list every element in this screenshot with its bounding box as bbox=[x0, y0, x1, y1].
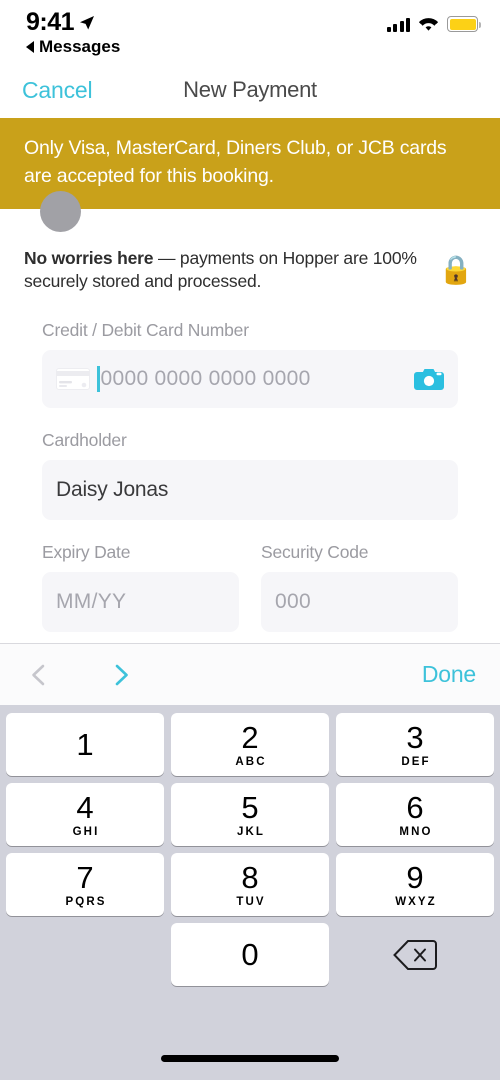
expiry-input[interactable]: MM/YY bbox=[42, 571, 239, 632]
text-cursor bbox=[97, 365, 100, 392]
numeric-keyboard: Done 1 2 ABC 3 DEF 4 GHI 5 JKL 6 MNO 7 P… bbox=[0, 643, 500, 1080]
expiry-group: Expiry Date MM/YY bbox=[42, 542, 239, 632]
cardholder-label: Cardholder bbox=[42, 429, 127, 450]
card-number-group: Credit / Debit Card Number 0000 0000 000… bbox=[42, 320, 458, 408]
keypad-row: 1 2 ABC 3 DEF bbox=[6, 713, 494, 776]
cardholder-value: Daisy Jonas bbox=[56, 477, 169, 501]
key-4[interactable]: 4 GHI bbox=[6, 783, 164, 846]
security-reassurance: No worries here — payments on Hopper are… bbox=[0, 191, 500, 293]
key-8-number: 8 bbox=[241, 859, 259, 895]
credit-card-icon bbox=[56, 367, 90, 390]
key-9-number: 9 bbox=[406, 859, 424, 895]
key-2-letters: ABC bbox=[235, 755, 267, 768]
banner-text: Only Visa, MasterCard, Diners Club, or J… bbox=[24, 137, 447, 187]
key-6-number: 6 bbox=[406, 789, 424, 825]
key-7-letters: PQRS bbox=[65, 895, 107, 908]
keypad-row: 7 PQRS 8 TUV 9 WXYZ bbox=[6, 853, 494, 916]
keypad-row: 0 bbox=[6, 923, 494, 986]
reassurance-text: No worries here — payments on Hopper are… bbox=[24, 247, 436, 293]
card-number-placeholder: 0000 0000 0000 0000 bbox=[100, 366, 311, 390]
cardholder-group: Cardholder Daisy Jonas bbox=[42, 430, 458, 520]
chevron-right-icon[interactable] bbox=[106, 660, 136, 690]
status-time-group: 9:41 bbox=[26, 10, 95, 35]
expiry-security-row: Expiry Date MM/YY Security Code 000 bbox=[42, 542, 458, 632]
cardholder-input[interactable]: Daisy Jonas bbox=[42, 459, 458, 520]
cellular-signal-icon bbox=[386, 17, 410, 32]
battery-icon bbox=[447, 16, 481, 32]
keyboard-done-button[interactable]: Done bbox=[422, 661, 476, 688]
camera-icon[interactable] bbox=[414, 367, 444, 391]
key-5-letters: JKL bbox=[236, 825, 266, 838]
cancel-button[interactable]: Cancel bbox=[22, 77, 93, 104]
key-1[interactable]: 1 bbox=[6, 713, 164, 776]
key-2[interactable]: 2 ABC bbox=[171, 713, 329, 776]
security-code-group: Security Code 000 bbox=[261, 542, 458, 632]
key-5-number: 5 bbox=[241, 789, 259, 825]
key-6[interactable]: 6 MNO bbox=[336, 783, 494, 846]
back-label: Messages bbox=[39, 37, 121, 56]
key-5[interactable]: 5 JKL bbox=[171, 783, 329, 846]
reassurance-row: No worries here — payments on Hopper are… bbox=[24, 209, 476, 293]
key-3-letters: DEF bbox=[401, 755, 431, 768]
key-4-number: 4 bbox=[76, 789, 94, 825]
location-arrow-icon bbox=[80, 15, 95, 29]
reassurance-bold: No worries here bbox=[24, 248, 154, 269]
key-9[interactable]: 9 WXYZ bbox=[336, 853, 494, 916]
status-bar: 9:41 Messages bbox=[0, 0, 500, 62]
status-bar-left: 9:41 Messages bbox=[26, 10, 120, 55]
key-0-number: 0 bbox=[241, 937, 259, 972]
keypad: 1 2 ABC 3 DEF 4 GHI 5 JKL 6 MNO 7 PQRS 8… bbox=[0, 705, 500, 986]
card-number-input[interactable]: 0000 0000 0000 0000 bbox=[42, 349, 458, 408]
key-1-number: 1 bbox=[76, 727, 94, 762]
key-3[interactable]: 3 DEF bbox=[336, 713, 494, 776]
expiry-placeholder: MM/YY bbox=[56, 589, 127, 613]
security-code-input[interactable]: 000 bbox=[261, 571, 458, 632]
payment-form: Credit / Debit Card Number 0000 0000 000… bbox=[0, 320, 500, 632]
key-9-letters: WXYZ bbox=[395, 895, 437, 908]
key-8[interactable]: 8 TUV bbox=[171, 853, 329, 916]
key-3-number: 3 bbox=[406, 719, 424, 755]
keyboard-accessory-bar: Done bbox=[0, 643, 500, 705]
card-number-label: Credit / Debit Card Number bbox=[42, 319, 249, 340]
home-indicator bbox=[161, 1055, 339, 1062]
status-bar-right bbox=[386, 10, 481, 32]
expiry-label: Expiry Date bbox=[42, 541, 131, 562]
keypad-spacer-left bbox=[6, 923, 164, 986]
accepted-cards-banner: Only Visa, MasterCard, Diners Club, or J… bbox=[0, 118, 500, 210]
key-8-letters: TUV bbox=[236, 895, 266, 908]
security-code-placeholder: 000 bbox=[275, 589, 311, 613]
lock-icon: 🔒 bbox=[438, 254, 474, 286]
back-triangle-icon bbox=[26, 40, 34, 53]
back-to-messages-button[interactable]: Messages bbox=[26, 38, 120, 55]
backspace-icon bbox=[393, 939, 437, 970]
key-2-number: 2 bbox=[241, 719, 259, 755]
security-code-label: Security Code bbox=[261, 541, 369, 562]
key-7-number: 7 bbox=[76, 859, 94, 895]
wifi-icon bbox=[418, 17, 439, 31]
key-4-letters: GHI bbox=[72, 825, 100, 838]
navigation-bar: Cancel New Payment bbox=[0, 62, 500, 118]
key-7[interactable]: 7 PQRS bbox=[6, 853, 164, 916]
key-6-letters: MNO bbox=[399, 825, 433, 838]
status-time: 9:41 bbox=[26, 8, 75, 36]
payment-screen: 9:41 Messages Cancel New Payment Only Vi… bbox=[0, 0, 500, 1080]
keypad-row: 4 GHI 5 JKL 6 MNO bbox=[6, 783, 494, 846]
chevron-left-icon[interactable] bbox=[24, 660, 54, 690]
key-0[interactable]: 0 bbox=[171, 923, 329, 986]
key-delete[interactable] bbox=[336, 923, 494, 986]
